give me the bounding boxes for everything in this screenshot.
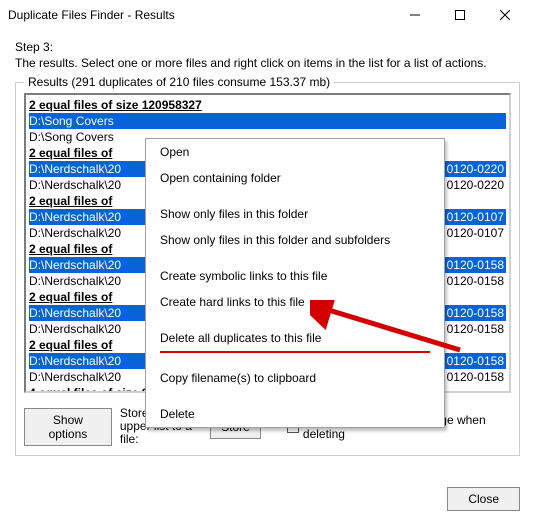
window-title: Duplicate Files Finder - Results [8, 8, 392, 22]
step-description: The results. Select one or more files an… [15, 56, 520, 70]
menu-open-folder[interactable]: Open containing folder [146, 165, 444, 191]
group-header: 2 equal files of size 120958327 [29, 97, 506, 113]
menu-hardlinks[interactable]: Create hard links to this file [146, 289, 444, 315]
menu-delete[interactable]: Delete [146, 401, 444, 427]
list-item[interactable]: D:\Song Covers [29, 113, 506, 129]
title-bar: Duplicate Files Finder - Results [0, 0, 535, 30]
show-options-button[interactable]: Show options [24, 408, 112, 446]
menu-show-folder[interactable]: Show only files in this folder [146, 201, 444, 227]
close-dialog-button[interactable]: Close [447, 487, 520, 511]
menu-symlinks[interactable]: Create symbolic links to this file [146, 263, 444, 289]
menu-delete-duplicates[interactable]: Delete all duplicates to this file [146, 325, 444, 351]
context-menu: Open Open containing folder Show only fi… [145, 138, 445, 428]
maximize-button[interactable] [437, 0, 482, 30]
menu-copy-filenames[interactable]: Copy filename(s) to clipboard [146, 365, 444, 391]
close-button[interactable] [482, 0, 527, 30]
menu-show-subfolders[interactable]: Show only files in this folder and subfo… [146, 227, 444, 253]
results-caption: Results (291 duplicates of 210 files con… [24, 75, 334, 89]
step-label: Step 3: [15, 40, 520, 54]
menu-open[interactable]: Open [146, 139, 444, 165]
minimize-button[interactable] [392, 0, 437, 30]
annotation-underline [160, 351, 430, 353]
